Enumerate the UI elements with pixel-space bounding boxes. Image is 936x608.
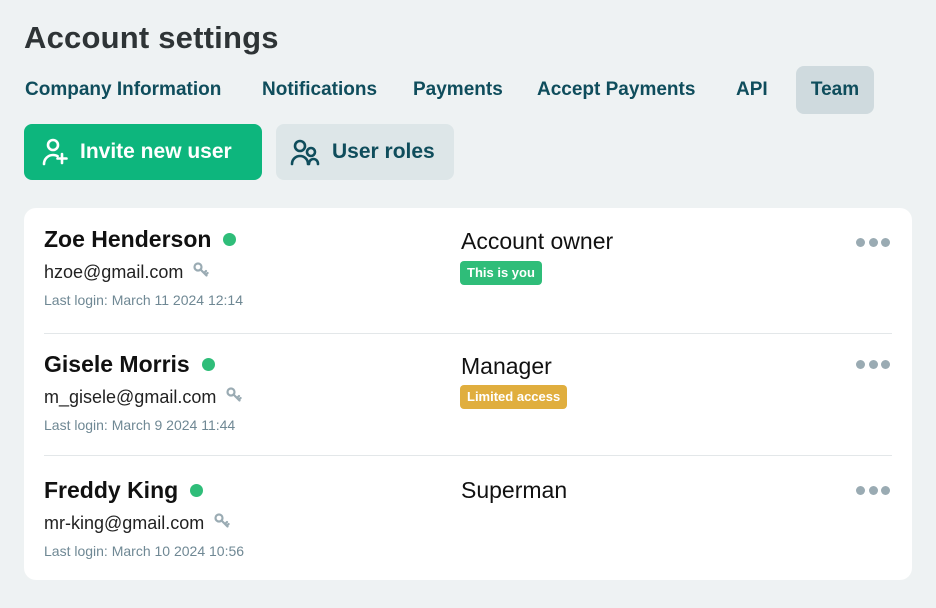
row-divider: [44, 333, 892, 334]
tab-api[interactable]: API: [736, 66, 768, 114]
key-icon[interactable]: [193, 262, 210, 283]
row-divider: [44, 455, 892, 456]
user-roles-button[interactable]: User roles: [276, 124, 454, 180]
user-email: m_gisele@gmail.com: [44, 387, 243, 408]
last-login-text: Last login: March 9 2024 11:44: [44, 417, 236, 433]
key-icon[interactable]: [226, 387, 243, 408]
users-icon: [290, 139, 320, 166]
online-status-dot: [201, 358, 215, 371]
tab-team[interactable]: Team: [796, 66, 874, 114]
add-user-icon: [42, 138, 68, 166]
more-options-icon[interactable]: [856, 358, 890, 370]
tab-company-information[interactable]: Company Information: [25, 66, 221, 114]
user-name: Freddy King: [44, 477, 204, 504]
key-icon[interactable]: [214, 513, 230, 534]
more-options-icon[interactable]: [856, 484, 890, 496]
status-badge: This is you: [460, 261, 542, 285]
invite-new-user-button[interactable]: Invite new user: [24, 124, 262, 180]
user-name: Zoe Henderson: [44, 226, 237, 253]
more-options-icon[interactable]: [856, 236, 890, 248]
status-badge: Limited access: [460, 385, 568, 409]
page-title: Account settings: [24, 20, 279, 55]
online-status-dot: [190, 484, 204, 497]
user-roles-label: User roles: [332, 140, 435, 163]
last-login-text: Last login: March 10 2024 10:56: [44, 543, 245, 559]
user-role: Superman: [461, 477, 568, 503]
user-role: Account owner: [461, 228, 614, 254]
invite-new-user-label: Invite new user: [80, 140, 232, 163]
tab-payments[interactable]: Payments: [413, 66, 503, 114]
user-email: mr-king@gmail.com: [44, 513, 230, 534]
user-role: Manager: [461, 353, 552, 379]
team-members-card: Zoe Henderson hzoe@gmail.com Last login:…: [24, 208, 912, 580]
online-status-dot: [223, 233, 237, 246]
user-email: hzoe@gmail.com: [44, 262, 210, 283]
tab-notifications[interactable]: Notifications: [262, 66, 377, 114]
user-name: Gisele Morris: [44, 351, 215, 378]
tab-accept-payments[interactable]: Accept Payments: [537, 66, 695, 114]
last-login-text: Last login: March 11 2024 12:14: [44, 292, 243, 308]
